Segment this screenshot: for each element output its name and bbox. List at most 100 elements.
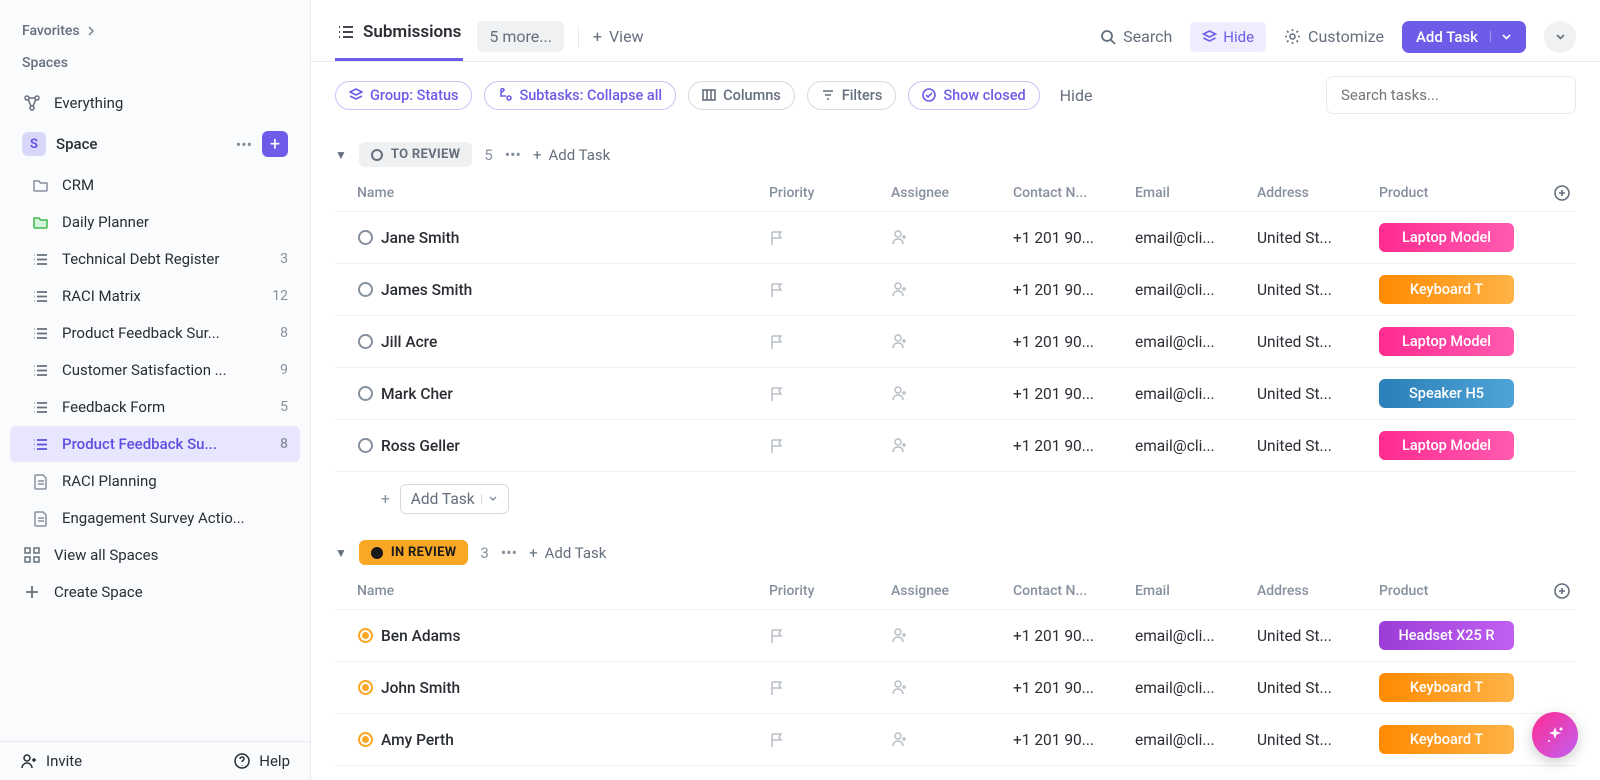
task-status[interactable] — [349, 282, 381, 297]
task-row[interactable]: James Smith+1 201 90...email@cli...Unite… — [335, 263, 1576, 315]
group-more-icon[interactable]: ••• — [501, 543, 517, 562]
assignee-cell[interactable] — [891, 731, 1013, 748]
add-column-button[interactable] — [1554, 185, 1570, 201]
sidebar-item[interactable]: RACI Planning — [10, 463, 300, 499]
add-task-row[interactable]: +Add Task — [335, 765, 1576, 780]
sidebar-item[interactable]: Feedback Form5 — [10, 389, 300, 425]
sidebar-item[interactable]: RACI Matrix12 — [10, 278, 300, 314]
priority-cell[interactable] — [769, 386, 891, 402]
task-row[interactable]: Jill Acre+1 201 90...email@cli...United … — [335, 315, 1576, 367]
col-contact[interactable]: Contact N... — [1013, 185, 1135, 201]
priority-cell[interactable] — [769, 334, 891, 350]
assignee-cell[interactable] — [891, 627, 1013, 644]
product-tag[interactable]: Laptop Model — [1379, 327, 1514, 356]
collapse-caret-icon[interactable]: ▼ — [335, 148, 347, 162]
task-row[interactable]: Ross Geller+1 201 90...email@cli...Unite… — [335, 419, 1576, 471]
sidebar-item-everything[interactable]: Everything — [10, 85, 300, 121]
col-product[interactable]: Product — [1379, 583, 1501, 599]
sidebar-item[interactable]: Daily Planner — [10, 204, 300, 240]
add-task-boxed[interactable]: Add Task — [400, 484, 509, 514]
group-pill[interactable]: Group: Status — [335, 81, 472, 110]
status-pill[interactable]: IN REVIEW — [359, 540, 469, 565]
search-button[interactable]: Search — [1100, 27, 1172, 46]
assignee-cell[interactable] — [891, 333, 1013, 350]
product-tag[interactable]: Keyboard T — [1379, 673, 1514, 702]
product-tag[interactable]: Speaker H5 — [1379, 379, 1514, 408]
col-contact[interactable]: Contact N... — [1013, 583, 1135, 599]
group-more-icon[interactable]: ••• — [505, 145, 521, 164]
sidebar-item[interactable]: Product Feedback Su...8 — [10, 426, 300, 462]
task-row[interactable]: Jane Smith+1 201 90...email@cli...United… — [335, 211, 1576, 263]
hide-button[interactable]: Hide — [1190, 22, 1266, 52]
col-email[interactable]: Email — [1135, 185, 1257, 201]
product-tag[interactable]: Keyboard T — [1379, 275, 1514, 304]
col-address[interactable]: Address — [1257, 583, 1379, 599]
chevron-down-icon[interactable] — [481, 494, 498, 504]
sidebar-item-view-all[interactable]: View all Spaces — [10, 537, 300, 573]
assignee-cell[interactable] — [891, 385, 1013, 402]
search-tasks-input[interactable] — [1326, 76, 1576, 114]
product-tag[interactable]: Keyboard T — [1379, 725, 1514, 754]
sidebar-item[interactable]: CRM — [10, 167, 300, 203]
subtasks-pill[interactable]: Subtasks: Collapse all — [484, 81, 676, 110]
show-closed-pill[interactable]: Show closed — [908, 81, 1039, 110]
task-status[interactable] — [349, 628, 381, 643]
product-tag[interactable]: Laptop Model — [1379, 431, 1514, 460]
col-priority[interactable]: Priority — [769, 583, 891, 599]
col-name[interactable]: Name — [349, 185, 769, 201]
product-tag[interactable]: Headset X25 R — [1379, 621, 1514, 650]
overflow-button[interactable] — [1544, 21, 1576, 53]
priority-cell[interactable] — [769, 438, 891, 454]
col-product[interactable]: Product — [1379, 185, 1501, 201]
space-row[interactable]: S Space ••• + — [10, 125, 300, 163]
more-icon[interactable]: ••• — [236, 135, 252, 154]
col-assignee[interactable]: Assignee — [891, 583, 1013, 599]
col-priority[interactable]: Priority — [769, 185, 891, 201]
task-status[interactable] — [349, 732, 381, 747]
sidebar-item[interactable]: Customer Satisfaction ...9 — [10, 352, 300, 388]
favorites-header[interactable]: Favorites — [22, 15, 288, 47]
collapse-caret-icon[interactable]: ▼ — [335, 546, 347, 560]
tab-submissions[interactable]: Submissions — [335, 12, 463, 61]
task-row[interactable]: Mark Cher+1 201 90...email@cli...United … — [335, 367, 1576, 419]
priority-cell[interactable] — [769, 628, 891, 644]
add-task-button[interactable]: Add Task — [1402, 21, 1526, 53]
add-column-button[interactable] — [1554, 583, 1570, 599]
priority-cell[interactable] — [769, 680, 891, 696]
hide-filter-button[interactable]: Hide — [1060, 86, 1093, 105]
task-row[interactable]: Ben Adams+1 201 90...email@cli...United … — [335, 609, 1576, 661]
task-status[interactable] — [349, 680, 381, 695]
assignee-cell[interactable] — [891, 229, 1013, 246]
task-row[interactable]: Amy Perth+1 201 90...email@cli...United … — [335, 713, 1576, 765]
task-status[interactable] — [349, 438, 381, 453]
add-in-space-button[interactable]: + — [262, 131, 288, 157]
chevron-down-icon[interactable] — [1490, 31, 1512, 42]
status-pill[interactable]: TO REVIEW — [359, 142, 472, 167]
priority-cell[interactable] — [769, 282, 891, 298]
group-add-task[interactable]: +Add Task — [533, 146, 610, 164]
group-add-task[interactable]: +Add Task — [529, 544, 606, 562]
sidebar-item[interactable]: Technical Debt Register3 — [10, 241, 300, 277]
priority-cell[interactable] — [769, 230, 891, 246]
assignee-cell[interactable] — [891, 679, 1013, 696]
sidebar-item[interactable]: Engagement Survey Actio... — [10, 500, 300, 536]
task-status[interactable] — [349, 230, 381, 245]
product-tag[interactable]: Laptop Model — [1379, 223, 1514, 252]
sidebar-item-create-space[interactable]: Create Space — [10, 574, 300, 610]
task-row[interactable]: John Smith+1 201 90...email@cli...United… — [335, 661, 1576, 713]
invite-button[interactable]: Invite — [20, 752, 82, 770]
col-name[interactable]: Name — [349, 583, 769, 599]
customize-button[interactable]: Customize — [1284, 27, 1384, 46]
ai-fab-button[interactable] — [1532, 712, 1578, 758]
add-view-button[interactable]: + View — [593, 27, 644, 46]
sidebar-item[interactable]: Product Feedback Sur...8 — [10, 315, 300, 351]
col-assignee[interactable]: Assignee — [891, 185, 1013, 201]
filters-pill[interactable]: Filters — [807, 81, 897, 110]
task-status[interactable] — [349, 386, 381, 401]
task-status[interactable] — [349, 334, 381, 349]
assignee-cell[interactable] — [891, 281, 1013, 298]
priority-cell[interactable] — [769, 732, 891, 748]
add-task-row[interactable]: +Add Task — [335, 471, 1576, 526]
columns-pill[interactable]: Columns — [688, 81, 795, 110]
col-email[interactable]: Email — [1135, 583, 1257, 599]
